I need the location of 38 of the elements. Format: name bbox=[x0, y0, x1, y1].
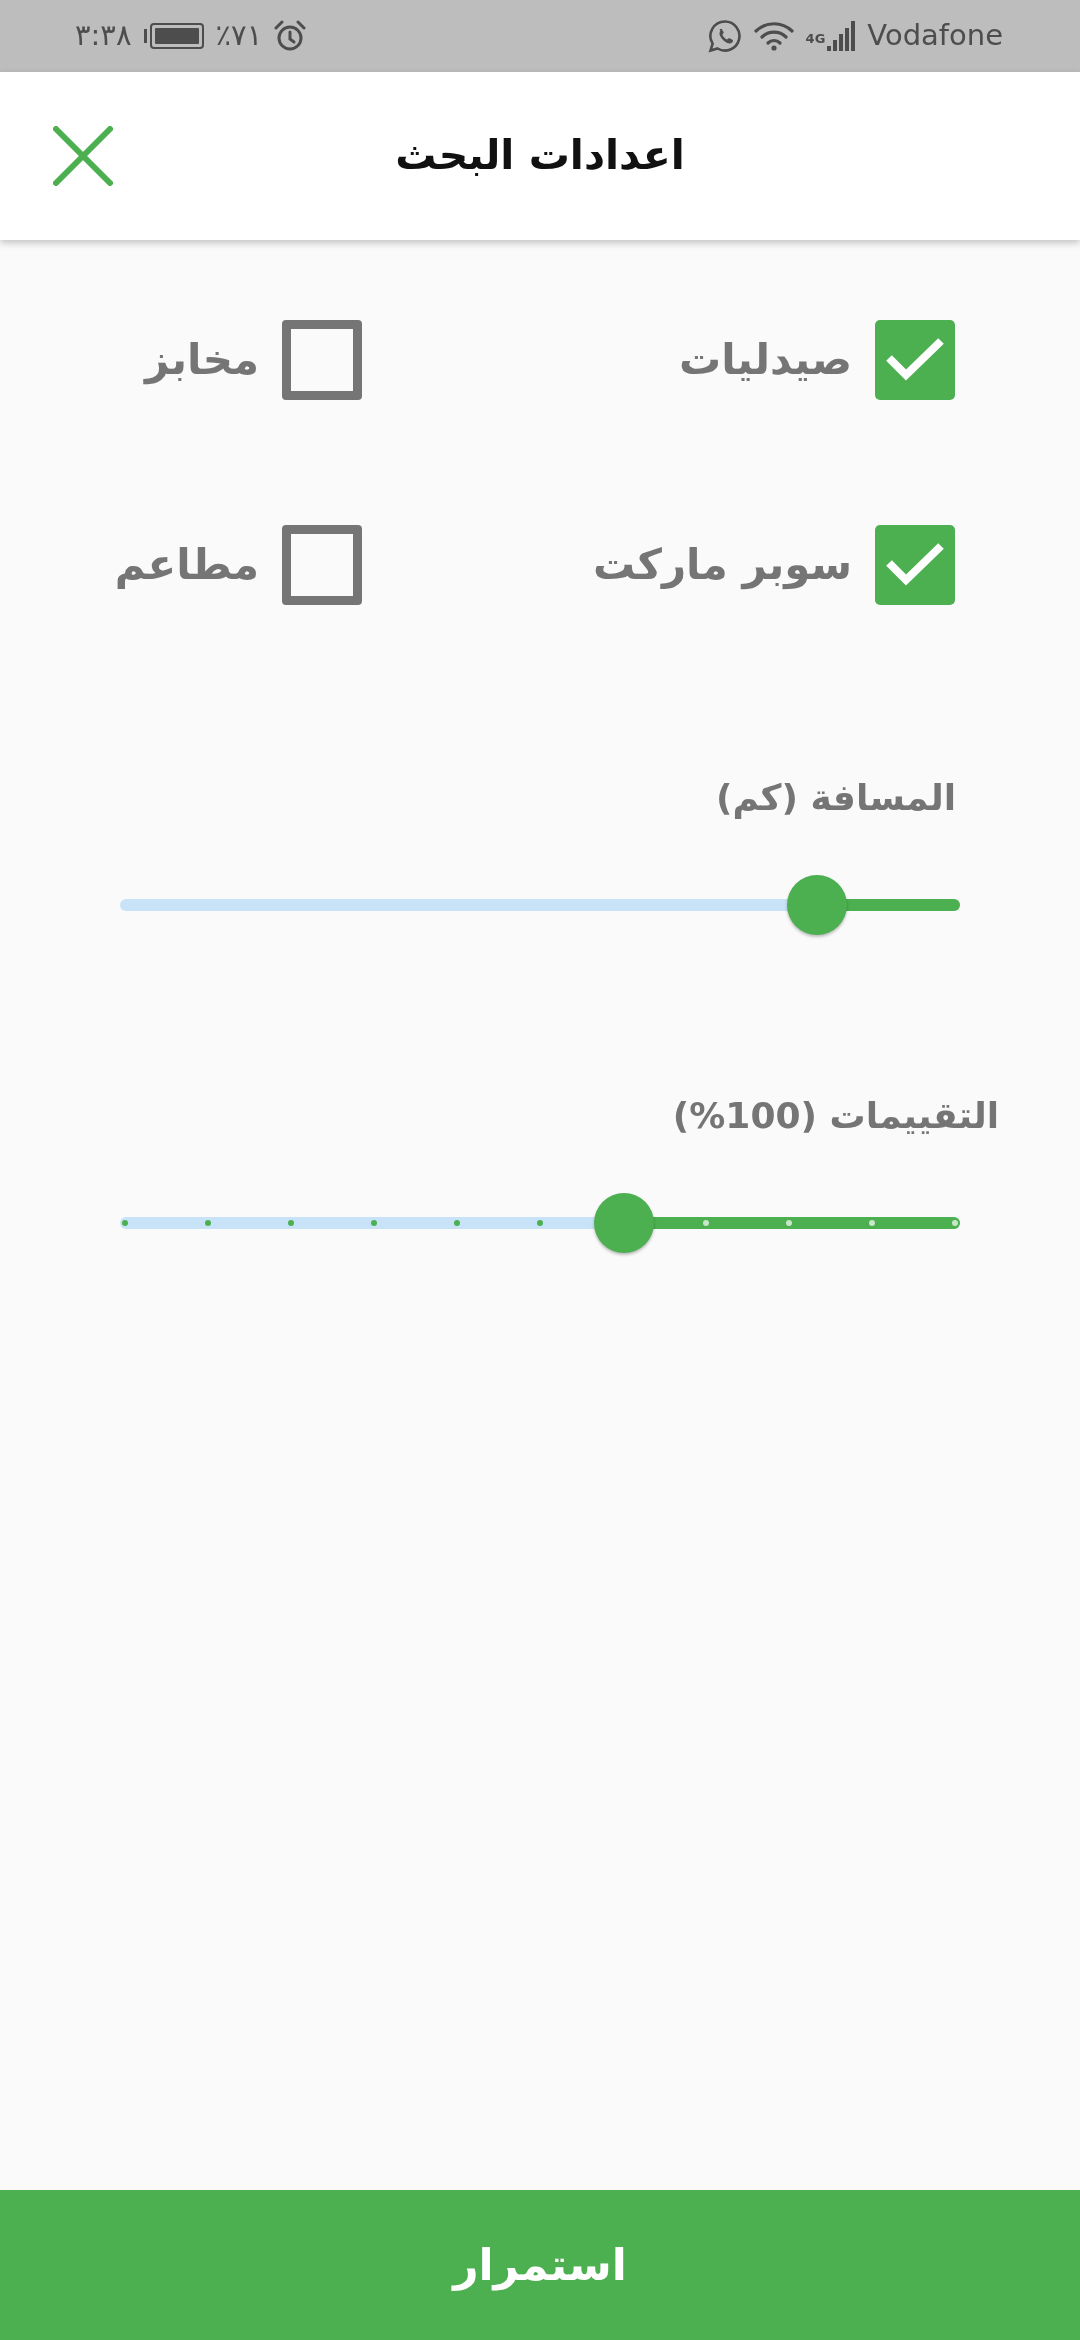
checkbox[interactable] bbox=[282, 525, 362, 605]
alarm-clock-icon bbox=[274, 20, 307, 52]
chat-bubble-phone-icon bbox=[707, 19, 742, 53]
step-dot bbox=[205, 1220, 211, 1227]
step-dot bbox=[537, 1220, 543, 1227]
step-dot bbox=[371, 1220, 377, 1227]
network-type: 4G bbox=[805, 32, 826, 46]
step-dot bbox=[288, 1220, 294, 1227]
slider-thumb[interactable] bbox=[787, 875, 848, 936]
checkbox[interactable] bbox=[282, 320, 362, 400]
step-dot bbox=[122, 1220, 128, 1227]
step-dot bbox=[786, 1220, 792, 1227]
checkbox-label: صيدليات bbox=[679, 334, 852, 386]
step-dot bbox=[703, 1220, 709, 1227]
wifi-icon bbox=[753, 20, 794, 52]
checkbox-label: سوبر ماركت bbox=[593, 539, 852, 591]
clock-time: ٣:٣٨ bbox=[75, 17, 132, 55]
close-icon[interactable] bbox=[53, 126, 113, 186]
check-icon bbox=[884, 337, 946, 383]
checkbox[interactable] bbox=[875, 320, 955, 400]
continue-button[interactable]: استمرار bbox=[0, 2190, 1080, 2340]
checkbox[interactable] bbox=[875, 525, 955, 605]
page-title: اعدادات البحث bbox=[395, 131, 685, 181]
slider-track[interactable] bbox=[120, 1193, 960, 1254]
step-dot bbox=[952, 1220, 958, 1227]
checkbox-label: مطاعم bbox=[114, 539, 259, 591]
slider-label: التقييمات (100%) bbox=[672, 1095, 1000, 1137]
checkbox-label: مخابز bbox=[145, 334, 259, 386]
slider-thumb[interactable] bbox=[594, 1193, 654, 1254]
check-icon bbox=[884, 542, 946, 588]
step-dot bbox=[869, 1220, 875, 1227]
step-dot bbox=[454, 1220, 460, 1227]
signal-icon bbox=[827, 21, 856, 51]
slider-label: المسافة (كم) bbox=[715, 777, 957, 818]
slider-track[interactable] bbox=[120, 875, 960, 936]
battery-percent: ٪٧١ bbox=[215, 17, 263, 55]
battery-icon bbox=[143, 23, 204, 49]
carrier-name: Vodafone bbox=[867, 17, 1003, 55]
